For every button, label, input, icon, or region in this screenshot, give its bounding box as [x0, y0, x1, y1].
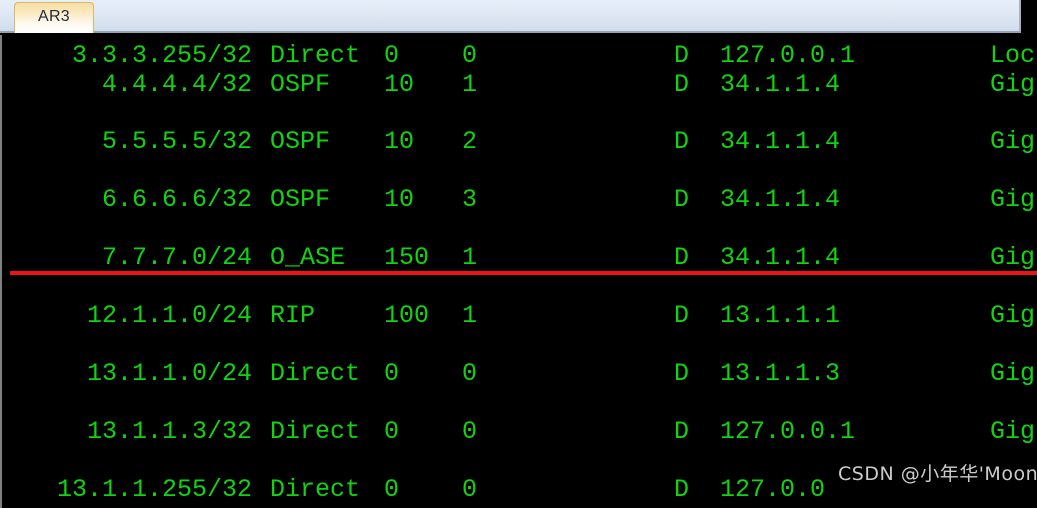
cell-destination: 13.1.1.3/32 [86, 417, 252, 446]
app-window: AR3 3.3.3.255/32 Direct 0 0 D 127.0.0.1 Loc 4.4… [0, 0, 1037, 508]
cell-cost: 3 [462, 185, 478, 214]
table-row: 5.5.5.5/32 OSPF 10 2 D 34.1.1.4 Gig [2, 125, 1037, 159]
cell-nexthop: 34.1.1.4 [720, 70, 841, 99]
table-row: 13.1.1.3/32 Direct 0 0 D 127.0.0.1 Gig [2, 415, 1037, 449]
cell-pre: 100 [384, 301, 430, 330]
cell-interface: Gig [990, 70, 1036, 99]
cell-pre: 0 [384, 475, 400, 504]
cell-cost: 0 [462, 417, 478, 446]
cell-proto: Direct [270, 475, 361, 504]
cell-nexthop: 34.1.1.4 [720, 127, 841, 156]
cell-interface: Gig [990, 359, 1036, 388]
cell-nexthop: 34.1.1.4 [720, 185, 841, 214]
cell-proto: OSPF [270, 127, 331, 156]
cell-destination: 13.1.1.0/24 [86, 359, 252, 388]
cell-flags: D [674, 243, 690, 272]
csdn-watermark: CSDN @小年华'Moon [838, 463, 1037, 485]
tab-ar3-label: AR3 [37, 8, 71, 25]
tab-bar: AR3 [0, 0, 1021, 33]
cell-destination: 13.1.1.255/32 [56, 475, 252, 504]
cell-nexthop: 13.1.1.1 [720, 301, 841, 330]
cell-flags: D [674, 475, 690, 504]
cell-proto: Direct [270, 417, 361, 446]
cell-pre: 0 [384, 359, 400, 388]
cell-nexthop: 127.0.0 [720, 475, 826, 504]
cell-flags: D [674, 127, 690, 156]
table-row: 4.4.4.4/32 OSPF 10 1 D 34.1.1.4 Gig [2, 68, 1037, 102]
cell-cost: 2 [462, 127, 478, 156]
cell-pre: 0 [384, 417, 400, 446]
cell-nexthop: 127.0.0.1 [720, 417, 856, 446]
cell-destination: 7.7.7.0/24 [101, 243, 252, 272]
cell-cost: 0 [462, 359, 478, 388]
tab-bar-right-edge [1019, 0, 1021, 31]
table-row: 7.7.7.0/24 O_ASE 150 1 D 34.1.1.4 Gig [2, 241, 1037, 275]
cell-pre: 10 [384, 127, 415, 156]
cell-destination: 12.1.1.0/24 [86, 301, 252, 330]
cell-proto: RIP [270, 301, 316, 330]
cell-pre: 10 [384, 70, 415, 99]
cell-flags: D [674, 185, 690, 214]
cell-destination: 6.6.6.6/32 [101, 185, 252, 214]
table-row: 6.6.6.6/32 OSPF 10 3 D 34.1.1.4 Gig [2, 183, 1037, 217]
cell-interface: Gig [990, 243, 1036, 272]
cell-cost: 1 [462, 301, 478, 330]
table-row: 13.1.1.0/24 Direct 0 0 D 13.1.1.3 Gig [2, 357, 1037, 391]
cell-pre: 150 [384, 243, 430, 272]
cell-cost: 0 [462, 475, 478, 504]
table-row: 12.1.1.0/24 RIP 100 1 D 13.1.1.1 Gig [2, 299, 1037, 333]
terminal-output[interactable]: 3.3.3.255/32 Direct 0 0 D 127.0.0.1 Loc 4.4.4.4… [0, 35, 1037, 508]
cell-cost: 1 [462, 243, 478, 272]
cell-interface: Gig [990, 127, 1036, 156]
red-annotation-underline [10, 271, 1037, 275]
cell-destination: 4.4.4.4/32 [101, 70, 252, 99]
tab-bar-background [0, 0, 1021, 31]
cell-flags: D [674, 417, 690, 446]
cell-proto: Direct [270, 359, 361, 388]
cell-proto: OSPF [270, 185, 331, 214]
cell-flags: D [674, 301, 690, 330]
cell-nexthop: 13.1.1.3 [720, 359, 841, 388]
tab-ar3[interactable]: AR3 [14, 2, 94, 33]
cell-proto: O_ASE [270, 243, 346, 272]
cell-flags: D [674, 359, 690, 388]
cell-interface: Gig [990, 417, 1036, 446]
cell-flags: D [674, 70, 690, 99]
cell-destination: 5.5.5.5/32 [101, 127, 252, 156]
cell-pre: 10 [384, 185, 415, 214]
cell-cost: 1 [462, 70, 478, 99]
cell-proto: OSPF [270, 70, 331, 99]
cell-interface: Gig [990, 185, 1036, 214]
cell-nexthop: 34.1.1.4 [720, 243, 841, 272]
cell-interface: Gig [990, 301, 1036, 330]
